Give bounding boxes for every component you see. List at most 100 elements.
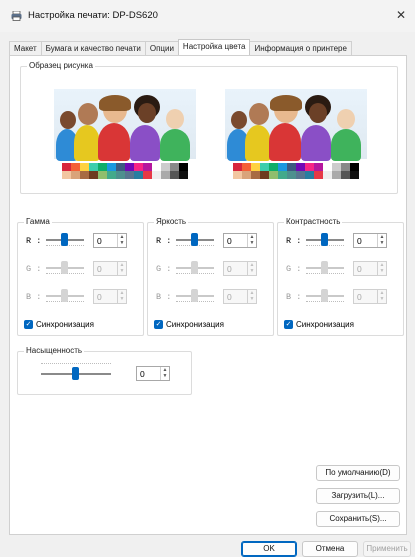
sample-image-legend: Образец рисунка (27, 61, 95, 70)
sample-image-original (54, 89, 196, 185)
cancel-button[interactable]: Отмена (302, 541, 358, 557)
brightness-b-slider[interactable] (191, 289, 198, 302)
contrast-r-value: 0 (357, 236, 362, 246)
tab-layout[interactable]: Макет (9, 41, 42, 55)
gamma-g-slider[interactable] (61, 261, 68, 274)
contrast-r-slider[interactable] (321, 233, 328, 246)
saturation-slider[interactable] (72, 367, 79, 380)
brightness-legend: Яркость (154, 217, 189, 226)
tab-options[interactable]: Опции (144, 41, 179, 55)
contrast-sync-label: Синхронизация (296, 319, 354, 329)
contrast-g-spinbox[interactable]: 0 ▲ ▼ (353, 261, 387, 276)
contrast-legend: Контрастность (284, 217, 343, 226)
contrast-b-label: B : (286, 292, 302, 302)
saturation-group: Насыщенность 0 ▲ ▼ (17, 346, 192, 395)
spin-down-icon[interactable]: ▼ (118, 268, 126, 274)
color-swatches (62, 163, 188, 179)
brightness-g-value: 0 (227, 264, 232, 274)
contrast-b-spinbox[interactable]: 0 ▲ ▼ (353, 289, 387, 304)
spin-down-icon[interactable]: ▼ (248, 268, 256, 274)
gamma-b-row: B : 0 ▲ ▼ (26, 288, 144, 304)
brightness-g-slider[interactable] (191, 261, 198, 274)
saturation-legend: Насыщенность (24, 346, 85, 355)
brightness-b-spinbox[interactable]: 0 ▲ ▼ (223, 289, 257, 304)
gamma-g-value: 0 (97, 264, 102, 274)
tab-bar: Макет Бумага и качество печати Опции Нас… (9, 39, 352, 55)
brightness-r-slider[interactable] (191, 233, 198, 246)
saturation-value: 0 (140, 369, 145, 379)
load-button[interactable]: Загрузить(L)... (316, 488, 400, 504)
brightness-sync-checkbox[interactable]: ✓ Синхронизация (154, 318, 224, 330)
gamma-r-row: R : 0 ▲ ▼ (26, 232, 144, 248)
gamma-g-label: G : (26, 264, 42, 274)
close-button[interactable]: ✕ (391, 5, 411, 25)
spin-down-icon[interactable]: ▼ (378, 268, 386, 274)
color-swatches (233, 163, 359, 179)
ok-button[interactable]: OK (241, 541, 297, 557)
gamma-r-spinbox[interactable]: 0 ▲ ▼ (93, 233, 127, 248)
checkmark-icon: ✓ (24, 319, 33, 329)
sample-image-preview (225, 89, 367, 185)
tab-printer-info[interactable]: Информация о принтере (249, 41, 352, 55)
spin-down-icon[interactable]: ▼ (118, 296, 126, 302)
contrast-g-row: G : 0 ▲ ▼ (286, 260, 404, 276)
brightness-b-row: B : 0 ▲ ▼ (156, 288, 274, 304)
gamma-group: Гамма R : 0 ▲ ▼ G : 0 ▲ ▼ B : 0 ▲ ▼ ✓ Си… (17, 217, 144, 336)
contrast-g-value: 0 (357, 264, 362, 274)
brightness-g-label: G : (156, 264, 172, 274)
gamma-r-label: R : (26, 236, 42, 246)
checkmark-icon: ✓ (284, 319, 293, 329)
gamma-r-value: 0 (97, 236, 102, 246)
save-button[interactable]: Сохранить(S)... (316, 511, 400, 527)
tab-paper-quality[interactable]: Бумага и качество печати (40, 41, 146, 55)
checkmark-icon: ✓ (154, 319, 163, 329)
brightness-group: Яркость R : 0 ▲ ▼ G : 0 ▲ ▼ B : 0 ▲ ▼ ✓ … (147, 217, 274, 336)
brightness-r-value: 0 (227, 236, 232, 246)
brightness-r-label: R : (156, 236, 172, 246)
window-title: Настройка печати: DP-DS620 (28, 10, 158, 21)
printer-icon (11, 11, 22, 21)
tab-color-settings[interactable]: Настройка цвета (177, 39, 251, 55)
brightness-sync-label: Синхронизация (166, 319, 224, 329)
spin-down-icon[interactable]: ▼ (118, 240, 126, 246)
apply-button[interactable]: Применить (363, 541, 411, 557)
contrast-r-spinbox[interactable]: 0 ▲ ▼ (353, 233, 387, 248)
brightness-g-spinbox[interactable]: 0 ▲ ▼ (223, 261, 257, 276)
gamma-g-spinbox[interactable]: 0 ▲ ▼ (93, 261, 127, 276)
brightness-g-row: G : 0 ▲ ▼ (156, 260, 274, 276)
saturation-spinbox[interactable]: 0 ▲ ▼ (136, 366, 170, 381)
brightness-r-spinbox[interactable]: 0 ▲ ▼ (223, 233, 257, 248)
gamma-sync-checkbox[interactable]: ✓ Синхронизация (24, 318, 94, 330)
spin-down-icon[interactable]: ▼ (248, 240, 256, 246)
brightness-r-row: R : 0 ▲ ▼ (156, 232, 274, 248)
sample-image-group: Образец рисунка (20, 61, 398, 194)
gamma-b-label: B : (26, 292, 42, 302)
contrast-sync-checkbox[interactable]: ✓ Синхронизация (284, 318, 354, 330)
brightness-b-label: B : (156, 292, 172, 302)
gamma-sync-label: Синхронизация (36, 319, 94, 329)
saturation-ticks (41, 363, 111, 365)
gamma-legend: Гамма (24, 217, 52, 226)
contrast-b-row: B : 0 ▲ ▼ (286, 288, 404, 304)
contrast-r-row: R : 0 ▲ ▼ (286, 232, 404, 248)
brightness-b-value: 0 (227, 292, 232, 302)
contrast-b-slider[interactable] (321, 289, 328, 302)
gamma-r-slider[interactable] (61, 233, 68, 246)
contrast-r-label: R : (286, 236, 302, 246)
close-icon: ✕ (395, 8, 407, 22)
contrast-b-value: 0 (357, 292, 362, 302)
gamma-b-spinbox[interactable]: 0 ▲ ▼ (93, 289, 127, 304)
contrast-g-label: G : (286, 264, 302, 274)
contrast-g-slider[interactable] (321, 261, 328, 274)
spin-down-icon[interactable]: ▼ (378, 296, 386, 302)
spin-down-icon[interactable]: ▼ (378, 240, 386, 246)
spin-down-icon[interactable]: ▼ (248, 296, 256, 302)
spin-down-icon[interactable]: ▼ (161, 373, 169, 379)
title-bar: Настройка печати: DP-DS620 ✕ (0, 0, 415, 32)
gamma-b-slider[interactable] (61, 289, 68, 302)
gamma-b-value: 0 (97, 292, 102, 302)
default-button[interactable]: По умолчанию(D) (316, 465, 400, 481)
color-settings-panel: Образец рисунка Гамма R: 0 ▲ ▼ G: 0 ▲ … (9, 55, 407, 535)
gamma-g-row: G : 0 ▲ ▼ (26, 260, 144, 276)
contrast-group: Контрастность R : 0 ▲ ▼ G : 0 ▲ ▼ B : 0 … (277, 217, 404, 336)
